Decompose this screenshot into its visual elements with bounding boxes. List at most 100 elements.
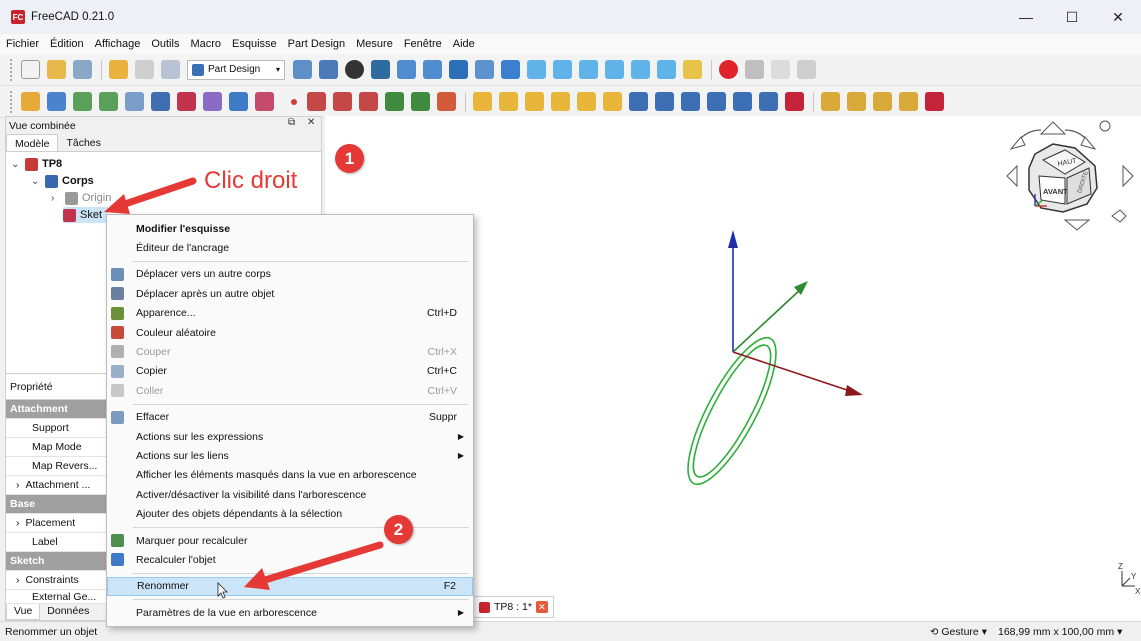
subshape-binder-icon[interactable] — [411, 92, 430, 111]
create-sketch-icon[interactable] — [177, 92, 196, 111]
menu-fenetre[interactable]: Fenêtre — [404, 38, 442, 50]
create-body-icon[interactable] — [21, 92, 40, 111]
subtractive-helix-icon[interactable] — [759, 92, 778, 111]
tree-item-body[interactable]: ⌄ Corps — [31, 173, 94, 189]
stop-macro-icon[interactable] — [745, 60, 764, 79]
menu-macro[interactable]: Macro — [190, 38, 221, 50]
revolution-icon[interactable] — [499, 92, 518, 111]
subtractive-loft-icon[interactable] — [707, 92, 726, 111]
share-icon[interactable] — [73, 92, 92, 111]
tab-vue[interactable]: Vue — [6, 604, 41, 620]
forward-arrow-icon[interactable] — [423, 60, 442, 79]
record-macro-icon[interactable] — [719, 60, 738, 79]
hole-icon[interactable] — [655, 92, 674, 111]
draw-style-icon[interactable] — [345, 60, 364, 79]
additive-primitive-icon[interactable] — [603, 92, 622, 111]
context-menu-item[interactable]: Marquer pour recalculer — [107, 531, 473, 550]
validate-sketch-icon[interactable] — [229, 92, 248, 111]
context-menu-item[interactable]: Couleur aléatoire — [107, 323, 473, 342]
context-menu-item[interactable]: Modifier l'esquisse — [107, 219, 473, 238]
datum-plane-icon[interactable] — [333, 92, 352, 111]
top-view-icon[interactable] — [553, 60, 572, 79]
chevron-right-icon[interactable]: › — [51, 193, 61, 204]
menu-outils[interactable]: Outils — [151, 38, 179, 50]
chevron-right-icon[interactable]: › — [16, 479, 20, 491]
loft-icon[interactable] — [525, 92, 544, 111]
subtractive-pipe-icon[interactable] — [733, 92, 752, 111]
context-menu-item[interactable]: Effacer Suppr — [107, 408, 473, 427]
tree-item-sketch[interactable]: Sket — [63, 207, 109, 223]
whats-this-icon[interactable] — [125, 92, 144, 111]
datum-line-icon[interactable] — [307, 92, 326, 111]
fit-selection-icon[interactable] — [319, 60, 338, 79]
edit-macro-icon[interactable] — [771, 60, 790, 79]
menu-aide[interactable]: Aide — [453, 38, 475, 50]
close-panel-icon[interactable]: ✕ — [307, 117, 315, 128]
fit-all-icon[interactable] — [293, 60, 312, 79]
mirrored-icon[interactable] — [821, 92, 840, 111]
tab-donnees[interactable]: Données — [40, 604, 96, 620]
local-cs-icon[interactable] — [359, 92, 378, 111]
linear-pattern-icon[interactable] — [847, 92, 866, 111]
shape-binder-icon[interactable] — [385, 92, 404, 111]
context-menu-item[interactable]: Renommer F2 — [107, 576, 473, 596]
subtractive-primitive-icon[interactable] — [785, 92, 804, 111]
toolbar-grip[interactable] — [10, 58, 13, 81]
context-menu-item[interactable]: Ajouter des objets dépendants à la sélec… — [107, 505, 473, 524]
iso-view-icon[interactable] — [501, 60, 520, 79]
tree-item-doc[interactable]: ⌄ TP8 — [11, 156, 62, 172]
polar-pattern-icon[interactable] — [873, 92, 892, 111]
context-menu-item[interactable]: Paramètres de la vue en arborescence ▶ — [107, 603, 473, 622]
attach-sketch-icon[interactable] — [203, 92, 222, 111]
pad-icon[interactable] — [473, 92, 492, 111]
redo-icon[interactable] — [135, 60, 154, 79]
navigation-style-selector[interactable]: ⟲ Gesture ▾ — [930, 626, 987, 638]
context-menu-item[interactable]: Déplacer après un autre objet — [107, 284, 473, 303]
context-menu-item[interactable]: Apparence... Ctrl+D — [107, 304, 473, 323]
sketch-circle-outer[interactable] — [672, 327, 791, 494]
menu-affichage[interactable]: Affichage — [95, 38, 141, 50]
body-icon[interactable] — [151, 92, 170, 111]
chevron-down-icon[interactable]: ⌄ — [11, 159, 21, 170]
tab-modele[interactable]: Modèle — [6, 134, 59, 151]
tab-taches[interactable]: Tâches — [58, 134, 108, 151]
open-folder-icon[interactable] — [47, 60, 66, 79]
maximize-button[interactable]: ☐ — [1049, 0, 1095, 34]
menu-mesure[interactable]: Mesure — [356, 38, 393, 50]
clone-icon[interactable] — [437, 92, 456, 111]
rear-view-icon[interactable] — [605, 60, 624, 79]
undo-icon[interactable] — [109, 60, 128, 79]
front-view-icon[interactable] — [527, 60, 546, 79]
groove-icon[interactable] — [681, 92, 700, 111]
menu-part-design[interactable]: Part Design — [288, 38, 345, 50]
chevron-right-icon[interactable]: › — [16, 574, 20, 586]
toolbar-grip[interactable] — [10, 90, 13, 113]
bottom-view-icon[interactable] — [631, 60, 650, 79]
context-menu-item[interactable]: Actions sur les expressions ▶ — [107, 427, 473, 446]
boolean-icon[interactable] — [925, 92, 944, 111]
close-tab-icon[interactable]: ✕ — [535, 601, 548, 613]
sketch-circle-inner[interactable] — [680, 337, 783, 486]
context-menu-item[interactable]: Recalculer l'objet — [107, 550, 473, 569]
helix-icon[interactable] — [577, 92, 596, 111]
datum-point-icon[interactable] — [291, 98, 297, 105]
refresh-icon[interactable] — [161, 60, 180, 79]
new-file-icon[interactable] — [21, 60, 40, 79]
dimension-display[interactable]: 168,99 mm x 100,00 mm ▾ — [998, 626, 1122, 638]
chevron-down-icon[interactable]: ⌄ — [31, 176, 41, 187]
document-tab[interactable]: TP8 : 1* ✕ — [473, 596, 554, 618]
context-menu-item[interactable]: Actions sur les liens ▶ — [107, 446, 473, 465]
run-macro-icon[interactable] — [797, 60, 816, 79]
bounding-box-icon[interactable] — [371, 60, 390, 79]
context-menu-item[interactable]: Éditeur de l'ancrage — [107, 238, 473, 257]
sync-view-icon[interactable] — [449, 60, 468, 79]
left-view-icon[interactable] — [657, 60, 676, 79]
chevron-right-icon[interactable]: › — [16, 517, 20, 529]
measure-icon[interactable] — [683, 60, 702, 79]
create-part-icon[interactable] — [47, 92, 66, 111]
context-menu-item[interactable]: Déplacer vers un autre corps — [107, 265, 473, 284]
context-menu-item[interactable]: Afficher les éléments masqués dans la vu… — [107, 466, 473, 485]
pipe-icon[interactable] — [551, 92, 570, 111]
menu-edition[interactable]: Édition — [50, 38, 84, 50]
context-menu-item[interactable]: Copier Ctrl+C — [107, 362, 473, 381]
